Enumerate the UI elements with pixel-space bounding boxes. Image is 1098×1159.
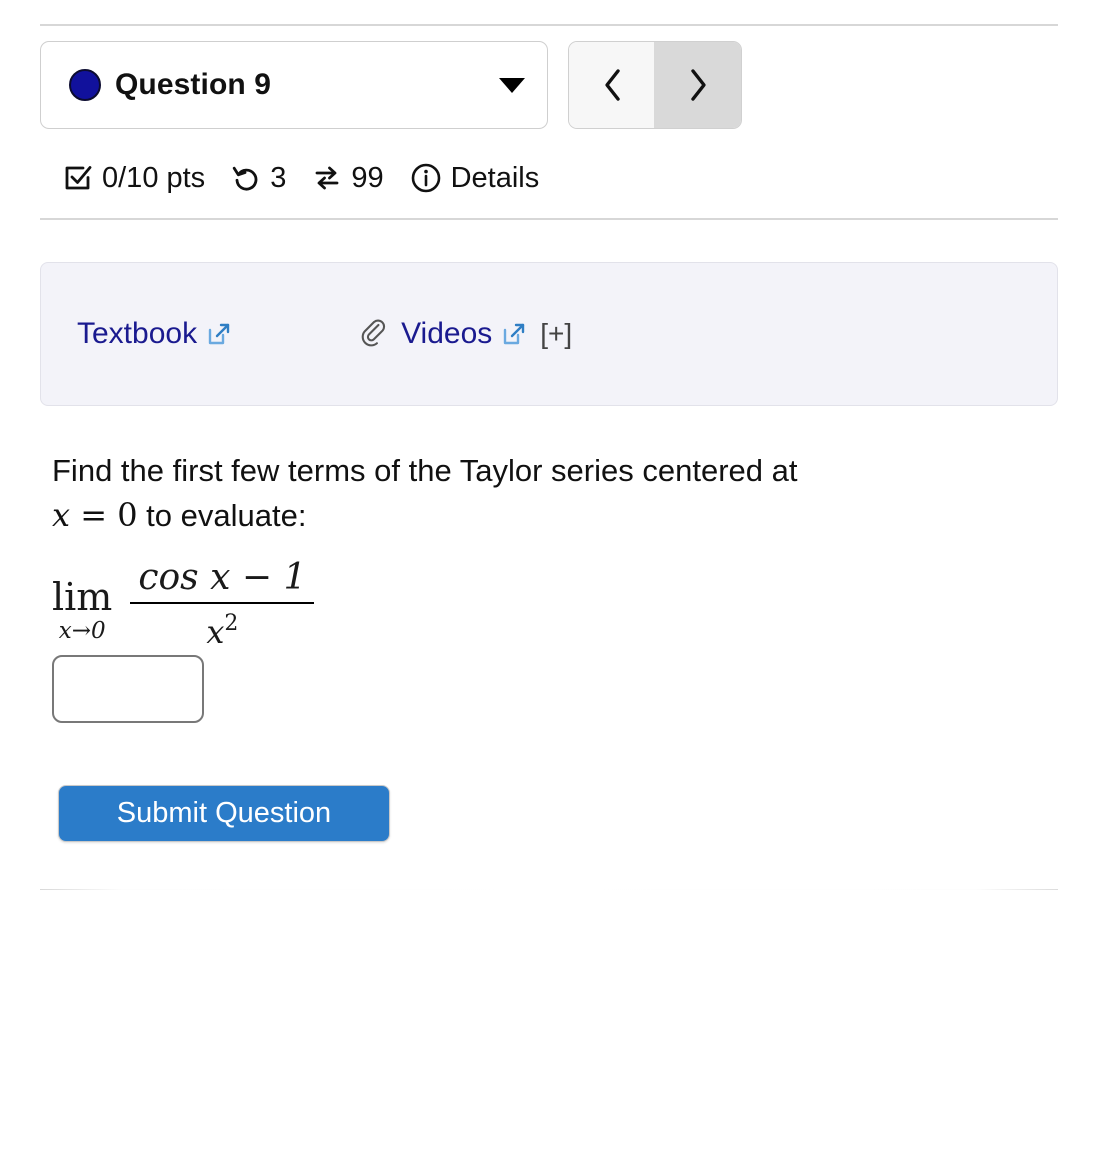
chevron-left-icon [604,69,620,101]
submit-question-button[interactable]: Submit Question [58,785,390,842]
textbook-resource[interactable]: Textbook [77,317,232,351]
details-status[interactable]: Details [410,161,540,195]
math-equals-zero: = 0 [70,496,138,534]
attempts-value: 3 [270,161,287,194]
question-status-bar: 0/10 pts 3 99 Details [63,155,539,201]
expand-videos-toggle[interactable]: [+] [540,318,572,350]
question-nav-group [568,41,742,129]
check-square-icon [63,163,93,193]
exchange-arrows-icon [312,163,342,193]
details-label: Details [450,161,540,194]
question-prompt-line2-tail: to evaluate: [137,498,307,533]
chevron-right-icon [691,69,706,101]
attempts-status: 3 [231,162,286,195]
score-status: 0/10 pts [63,162,205,195]
rotate-left-icon [231,163,261,193]
question-status-dot-icon [69,69,101,101]
question-selector-dropdown[interactable]: Question 9 [40,41,548,129]
question-page: Question 9 0/10 pts 3 99 Details Textboo… [0,0,1098,1159]
next-question-button[interactable] [655,42,741,128]
question-body: Find the first few terms of the Taylor s… [52,448,1002,652]
limit-expression: lim x→0 cos x − 1 x2 [52,556,1002,652]
answer-input[interactable] [52,655,204,723]
score-value: 0/10 pts [102,161,206,194]
question-navigation-bar: Question 9 [40,41,742,129]
math-variable-x: x [52,496,71,534]
videos-link[interactable]: Videos [401,317,492,351]
limit-operator-label: lim [52,574,113,619]
limit-operator: lim x→0 [52,577,112,644]
denominator-exponent: 2 [224,611,239,636]
fraction-denominator: x2 [198,604,246,656]
top-divider [40,24,1058,26]
bottom-divider [40,889,1058,890]
chevron-down-icon [499,77,525,93]
paperclip-icon [358,319,388,349]
limit-subscript: x→0 [58,617,106,644]
videos-resource[interactable]: Videos [+] [358,317,572,351]
fraction-numerator: cos x − 1 [138,557,307,598]
variations-value: 99 [351,161,384,194]
external-link-icon [206,321,232,347]
question-selector-label: Question 9 [115,68,272,101]
external-link-icon [501,321,527,347]
info-circle-icon [410,162,442,194]
textbook-link[interactable]: Textbook [77,317,197,351]
resources-panel: Textbook Videos [+] [40,262,1058,406]
status-divider [40,218,1058,220]
variations-status: 99 [312,161,384,195]
previous-question-button[interactable] [569,42,655,128]
fraction: cos x − 1 x2 [130,556,315,656]
question-prompt-line1: Find the first few terms of the Taylor s… [52,453,798,488]
question-prompt: Find the first few terms of the Taylor s… [52,448,1002,538]
denominator-base: x [206,613,225,651]
